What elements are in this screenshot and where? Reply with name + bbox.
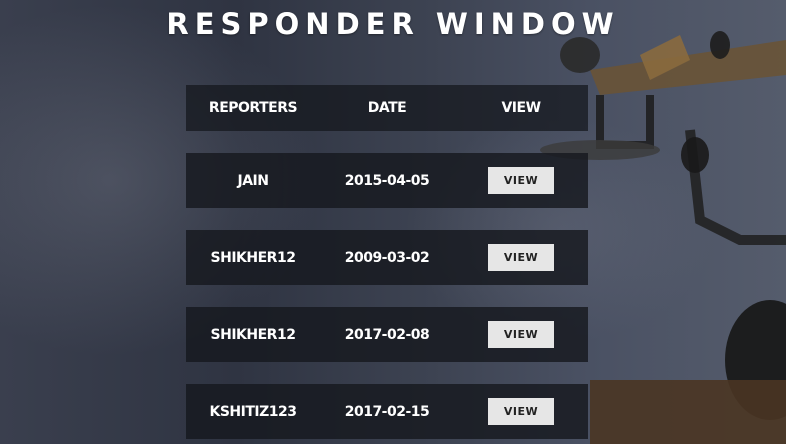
date-cell: 2017-02-15	[344, 403, 430, 420]
view-cell: VIEW	[454, 398, 588, 425]
date-cell: 2015-04-05	[344, 172, 430, 189]
date-cell: 2009-03-02	[344, 249, 430, 266]
table-row: JAIN 2015-04-05 VIEW	[186, 153, 588, 208]
view-button[interactable]: VIEW	[488, 167, 554, 194]
view-button[interactable]: VIEW	[488, 321, 554, 348]
vintage-telephone-icon	[540, 31, 786, 444]
page-title: RESPONDER WINDOW	[166, 7, 620, 41]
table-header: REPORTERS DATE VIEW	[186, 85, 588, 131]
date-cell: 2017-02-08	[344, 326, 430, 343]
table-row: SHIKHER12 2017-02-08 VIEW	[186, 307, 588, 362]
view-cell: VIEW	[454, 167, 588, 194]
column-header-date: DATE	[367, 100, 407, 116]
column-header-view: VIEW	[501, 100, 541, 116]
reporter-cell: JAIN	[237, 172, 269, 189]
column-header-reporters: REPORTERS	[208, 100, 298, 116]
table-row: SHIKHER12 2009-03-02 VIEW	[186, 230, 588, 285]
view-cell: VIEW	[454, 321, 588, 348]
reporter-cell: SHIKHER12	[210, 249, 296, 266]
view-button[interactable]: VIEW	[488, 398, 554, 425]
reporter-cell: KSHITIZ123	[209, 403, 298, 420]
table-row: KSHITIZ123 2017-02-15 VIEW	[186, 384, 588, 439]
view-cell: VIEW	[454, 244, 588, 271]
view-button[interactable]: VIEW	[488, 244, 554, 271]
reporter-cell: SHIKHER12	[210, 326, 296, 343]
